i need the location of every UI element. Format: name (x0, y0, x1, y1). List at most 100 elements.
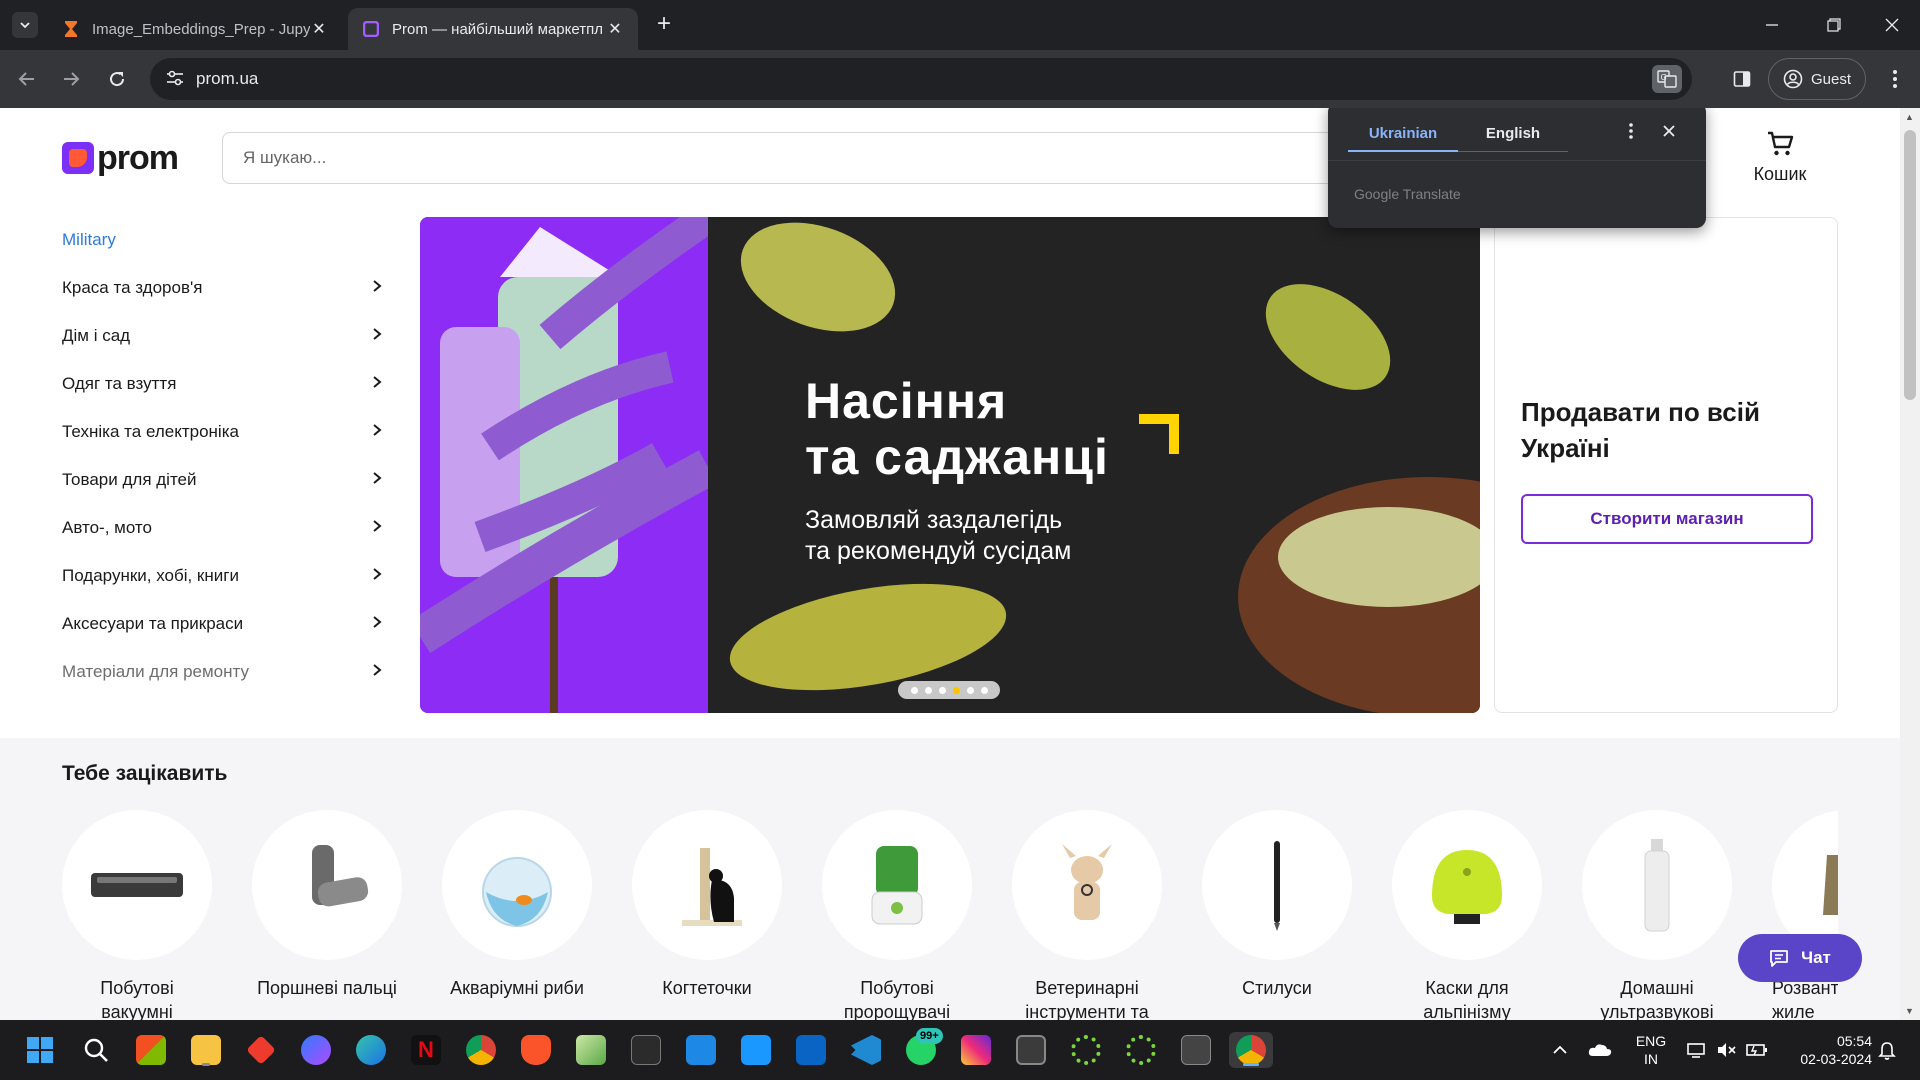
category-item[interactable]: Аксесуари та прикраси (62, 600, 386, 648)
microsoft-store-icon[interactable] (133, 1032, 169, 1068)
side-panel-button[interactable] (1728, 65, 1756, 93)
category-item[interactable]: Техніка та електроніка (62, 408, 386, 456)
windows-start-icon[interactable] (22, 1032, 58, 1068)
copilot-icon[interactable] (298, 1032, 334, 1068)
language-tab-english[interactable]: English (1458, 116, 1568, 152)
suggestion-item[interactable]: Ветеринарні інструменти та (1012, 810, 1162, 1020)
suggestion-item[interactable]: Поршневі пальці (252, 810, 402, 1020)
back-button[interactable] (12, 64, 42, 94)
close-tab-icon[interactable]: ✕ (606, 19, 624, 39)
carousel-dot[interactable] (924, 686, 932, 694)
suggestion-item[interactable]: Акваріумні риби (442, 810, 592, 1020)
tab-title: Prom — найбільший маркетпл (392, 20, 603, 38)
brave-icon[interactable] (518, 1032, 554, 1068)
create-shop-button[interactable]: Створити магазин (1521, 494, 1813, 544)
chrome-active-icon[interactable] (1229, 1032, 1273, 1068)
browser-menu-button[interactable] (1880, 64, 1910, 94)
category-item[interactable]: Авто-, мото (62, 504, 386, 552)
command-prompt-icon[interactable] (1178, 1032, 1214, 1068)
loader-app-icon[interactable] (1068, 1032, 1104, 1068)
prime-video-icon[interactable] (738, 1032, 774, 1068)
close-icon (1885, 18, 1899, 32)
cart-icon (1740, 128, 1820, 160)
tab-prom[interactable]: Prom — найбільший маркетпл ✕ (348, 8, 638, 50)
category-item[interactable]: Краса та здоров'я (62, 264, 386, 312)
anydesk-icon[interactable] (243, 1032, 279, 1068)
close-tab-icon[interactable]: ✕ (310, 19, 328, 39)
category-label: Аксесуари та прикраси (62, 614, 244, 633)
category-label: Краса та здоров'я (62, 278, 203, 297)
suggestion-item[interactable]: Когтеточки (632, 810, 782, 1020)
notification-bell-icon[interactable] (1878, 1020, 1896, 1080)
language-tab-ukrainian[interactable]: Ukrainian (1348, 116, 1458, 152)
translate-options-button[interactable] (1616, 116, 1646, 146)
person-circle-icon (1783, 69, 1803, 89)
network-icon[interactable] (1686, 1020, 1708, 1080)
profile-button[interactable]: Guest (1768, 58, 1866, 100)
chrome-icon[interactable] (463, 1032, 499, 1068)
windows-app-icon[interactable] (683, 1032, 719, 1068)
prom-logo[interactable]: prom (62, 138, 179, 177)
category-item[interactable]: Подарунки, хобі, книги (62, 552, 386, 600)
instagram-icon[interactable] (958, 1032, 994, 1068)
search-box[interactable] (222, 132, 1342, 184)
scroll-up-arrow-icon[interactable]: ▲ (1905, 112, 1914, 122)
carousel-dot-active[interactable] (952, 686, 960, 694)
scrollbar-thumb[interactable] (1904, 130, 1916, 400)
file-explorer-icon[interactable] (188, 1032, 224, 1068)
suggestion-item[interactable]: Домашні ультразвукові (1582, 810, 1732, 1020)
terminal-icon[interactable] (628, 1032, 664, 1068)
search-icon[interactable] (78, 1032, 114, 1068)
address-bar[interactable]: prom.ua G (150, 58, 1692, 100)
category-item[interactable]: Товари для дітей (62, 456, 386, 504)
onedrive-icon[interactable] (1588, 1020, 1612, 1080)
edge-icon[interactable] (353, 1032, 389, 1068)
tray-overflow-icon[interactable] (1552, 1020, 1568, 1080)
suggestion-item[interactable]: Побутові пророщувачі (822, 810, 972, 1020)
carousel-dot[interactable] (980, 686, 988, 694)
category-item[interactable]: Дім і сад (62, 312, 386, 360)
banner-accent-corner (1139, 414, 1179, 454)
suggestion-item[interactable]: Каски для альпінізму (1392, 810, 1542, 1020)
category-item-military[interactable]: Military (62, 216, 386, 264)
battery-icon[interactable] (1746, 1020, 1768, 1080)
category-item[interactable]: Матеріали для ремонту (62, 648, 386, 696)
outlook-icon[interactable] (793, 1032, 829, 1068)
close-translate-button[interactable] (1654, 116, 1684, 146)
virtual-machine-icon[interactable] (1013, 1032, 1049, 1068)
volume-muted-icon[interactable] (1716, 1020, 1736, 1080)
search-input[interactable] (243, 148, 1341, 168)
loader-app-icon-2[interactable] (1123, 1032, 1159, 1068)
minimize-button[interactable] (1742, 0, 1802, 50)
carousel-dot[interactable] (938, 686, 946, 694)
close-window-button[interactable] (1862, 0, 1920, 50)
suggestion-label: Стилуси (1242, 978, 1312, 998)
translate-page-button[interactable]: G (1652, 65, 1682, 93)
suggestion-item[interactable]: Побутові вакуумні пакувальники (62, 810, 212, 1020)
system-clock[interactable]: 05:54 02-03-2024 (1772, 1032, 1872, 1068)
logo-text: prom (97, 138, 179, 177)
reload-button[interactable] (102, 64, 132, 94)
photos-app-icon[interactable] (573, 1032, 609, 1068)
suggestion-label: Акваріумні риби (450, 978, 584, 998)
promo-banner[interactable]: Насіння та саджанці Замовляй заздалегідь… (420, 217, 1480, 713)
carousel-dot[interactable] (910, 686, 918, 694)
restore-button[interactable] (1804, 0, 1864, 50)
helmet-icon (1392, 810, 1542, 960)
netflix-icon[interactable]: N (408, 1032, 444, 1068)
category-item[interactable]: Одяг та взуття (62, 360, 386, 408)
chat-button[interactable]: Чат (1738, 934, 1862, 982)
carousel-dot[interactable] (966, 686, 974, 694)
new-tab-button[interactable]: + (650, 10, 678, 38)
tab-jupyter[interactable]: Image_Embeddings_Prep - Jupy ✕ (48, 8, 342, 50)
site-info-icon[interactable] (150, 70, 190, 89)
vscode-icon[interactable] (848, 1032, 884, 1068)
input-language-indicator[interactable]: ENG IN (1628, 1032, 1674, 1068)
suggestion-item[interactable]: Розвант жиле (1772, 810, 1838, 1020)
cart-button[interactable]: Кошик (1740, 128, 1820, 185)
forward-button[interactable] (56, 64, 86, 94)
scroll-down-arrow-icon[interactable]: ▼ (1905, 1006, 1914, 1016)
page-scrollbar[interactable]: ▲ ▼ (1900, 108, 1920, 1020)
suggestion-item[interactable]: Стилуси (1202, 810, 1352, 1020)
tab-search-button[interactable] (12, 12, 38, 38)
